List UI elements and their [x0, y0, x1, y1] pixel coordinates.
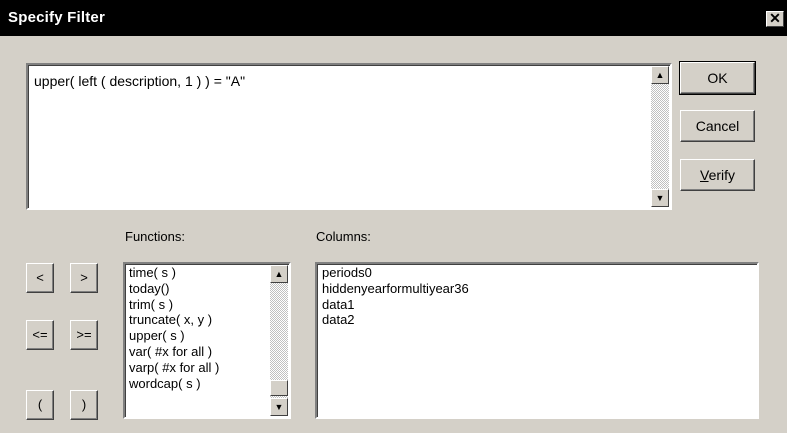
title-bar: Specify Filter ✕	[0, 0, 787, 36]
ok-button[interactable]: OK	[679, 61, 756, 95]
less-equal-button[interactable]: <=	[26, 320, 54, 350]
list-item[interactable]: periods0	[322, 265, 469, 281]
verify-label: erify	[708, 167, 736, 183]
verify-mnemonic: V	[699, 167, 709, 183]
list-item[interactable]: var( #x for all )	[129, 344, 219, 360]
scroll-down-icon[interactable]: ▼	[651, 189, 669, 207]
list-item[interactable]: today()	[129, 281, 219, 297]
cancel-button[interactable]: Cancel	[680, 110, 755, 142]
close-icon[interactable]: ✕	[766, 11, 784, 27]
functions-items: time( s ) today() trim( s ) truncate( x,…	[129, 265, 219, 391]
columns-label: Columns:	[316, 229, 371, 244]
columns-list[interactable]: periods0 hiddenyearformultiyear36 data1 …	[315, 262, 759, 419]
list-item[interactable]: time( s )	[129, 265, 219, 281]
list-item[interactable]: wordcap( s )	[129, 376, 219, 392]
scroll-up-icon[interactable]: ▲	[651, 66, 669, 84]
scroll-thumb[interactable]	[270, 380, 288, 396]
columns-items: periods0 hiddenyearformultiyear36 data1 …	[322, 265, 469, 328]
less-than-button[interactable]: <	[26, 263, 54, 293]
expression-text: upper( left ( description, 1 ) ) = "A"	[34, 73, 246, 89]
functions-scrollbar[interactable]: ▲ ▼	[270, 265, 288, 416]
verify-button[interactable]: Verify	[680, 159, 755, 191]
list-item[interactable]: data2	[322, 312, 469, 328]
greater-than-button[interactable]: >	[70, 263, 98, 293]
list-item[interactable]: hiddenyearformultiyear36	[322, 281, 469, 297]
functions-label: Functions:	[125, 229, 185, 244]
list-item[interactable]: truncate( x, y )	[129, 312, 219, 328]
left-paren-button[interactable]: (	[26, 390, 54, 420]
scroll-up-icon[interactable]: ▲	[270, 265, 288, 283]
list-item[interactable]: data1	[322, 297, 469, 313]
expression-scrollbar[interactable]: ▲ ▼	[651, 66, 669, 207]
list-item[interactable]: trim( s )	[129, 297, 219, 313]
right-paren-button[interactable]: )	[70, 390, 98, 420]
list-item[interactable]: upper( s )	[129, 328, 219, 344]
scroll-down-icon[interactable]: ▼	[270, 398, 288, 416]
functions-list[interactable]: time( s ) today() trim( s ) truncate( x,…	[123, 262, 291, 419]
expression-editor[interactable]: upper( left ( description, 1 ) ) = "A" ▲…	[26, 63, 672, 210]
window-title: Specify Filter	[8, 9, 105, 26]
greater-equal-button[interactable]: >=	[70, 320, 98, 350]
list-item[interactable]: varp( #x for all )	[129, 360, 219, 376]
